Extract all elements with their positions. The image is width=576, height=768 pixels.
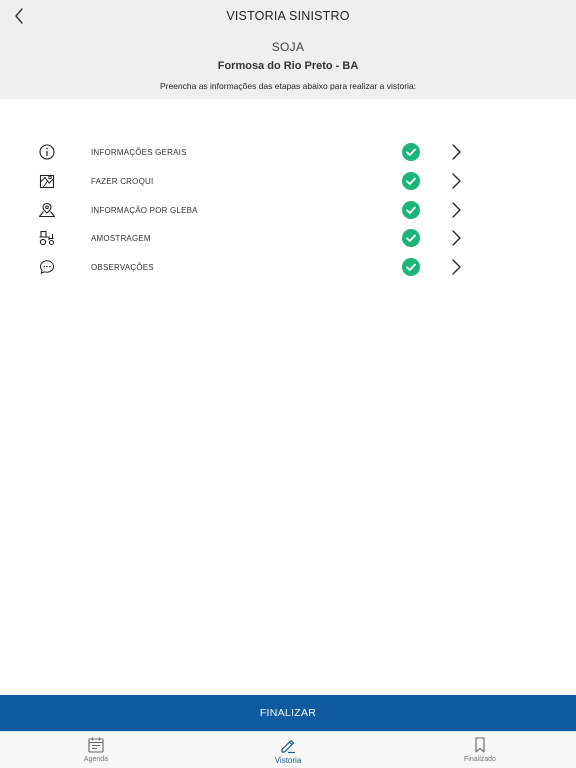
- chevron-right-icon: [452, 173, 461, 189]
- tab-label: Finalizado: [464, 756, 496, 763]
- check-circle-icon: [402, 200, 420, 219]
- finalize-button[interactable]: FINALIZAR: [0, 695, 576, 731]
- map-pin-icon: [38, 202, 56, 217]
- info-icon: [39, 144, 55, 160]
- tractor-icon: [39, 231, 55, 246]
- steps-list: INFORMAÇÕES GERAIS FAZER CROQUI INFORMAÇ…: [0, 138, 576, 282]
- check-circle-icon: [402, 171, 420, 190]
- tab-label: Agenda: [83, 756, 109, 763]
- tab-vistoria[interactable]: Vistoria: [228, 732, 348, 768]
- bookmark-icon: [475, 737, 485, 753]
- tab-finalizado[interactable]: Finalizado: [420, 732, 540, 768]
- crop-name: SOJA: [271, 40, 305, 54]
- map-sketch-icon: [39, 174, 55, 188]
- chevron-right-icon: [452, 230, 461, 247]
- tab-agenda[interactable]: Agenda: [36, 732, 156, 768]
- step-label: INFORMAÇÕES GERAIS: [91, 148, 187, 157]
- step-informacoes-gerais[interactable]: INFORMAÇÕES GERAIS: [0, 138, 576, 167]
- chevron-right-icon: [452, 201, 461, 218]
- step-informacao-por-gleba[interactable]: INFORMAÇÃO POR GLEBA: [0, 196, 576, 225]
- calendar-icon: [88, 737, 104, 753]
- chat-bubble-icon: [39, 260, 55, 275]
- step-label: AMOSTRAGEM: [91, 234, 151, 244]
- check-circle-icon: [402, 229, 420, 248]
- check-circle-icon: [402, 258, 420, 277]
- step-label: INFORMAÇÃO POR GLEBA: [91, 205, 198, 215]
- step-amostragem[interactable]: AMOSTRAGEM: [0, 224, 576, 253]
- tab-label: Vistoria: [274, 756, 302, 765]
- check-circle-icon: [402, 143, 420, 161]
- step-fazer-croqui[interactable]: FAZER CROQUI: [0, 167, 576, 196]
- chevron-right-icon: [452, 259, 461, 275]
- instruction-text: Preencha as informações das etapas abaix…: [159, 81, 417, 91]
- chevron-right-icon: [452, 144, 461, 160]
- step-observacoes[interactable]: OBSERVAÇÕES: [0, 253, 576, 282]
- location-name: Formosa do Rio Preto - BA: [217, 60, 359, 72]
- step-label: OBSERVAÇÕES: [91, 263, 154, 273]
- page-title: VISTORIA SINISTRO: [226, 9, 350, 23]
- step-label: FAZER CROQUI: [91, 176, 154, 186]
- tab-bar: Agenda Vistoria Finalizado: [0, 731, 576, 768]
- pencil-icon: [281, 739, 295, 754]
- header: VISTORIA SINISTRO SOJA Formosa do Rio Pr…: [0, 0, 576, 99]
